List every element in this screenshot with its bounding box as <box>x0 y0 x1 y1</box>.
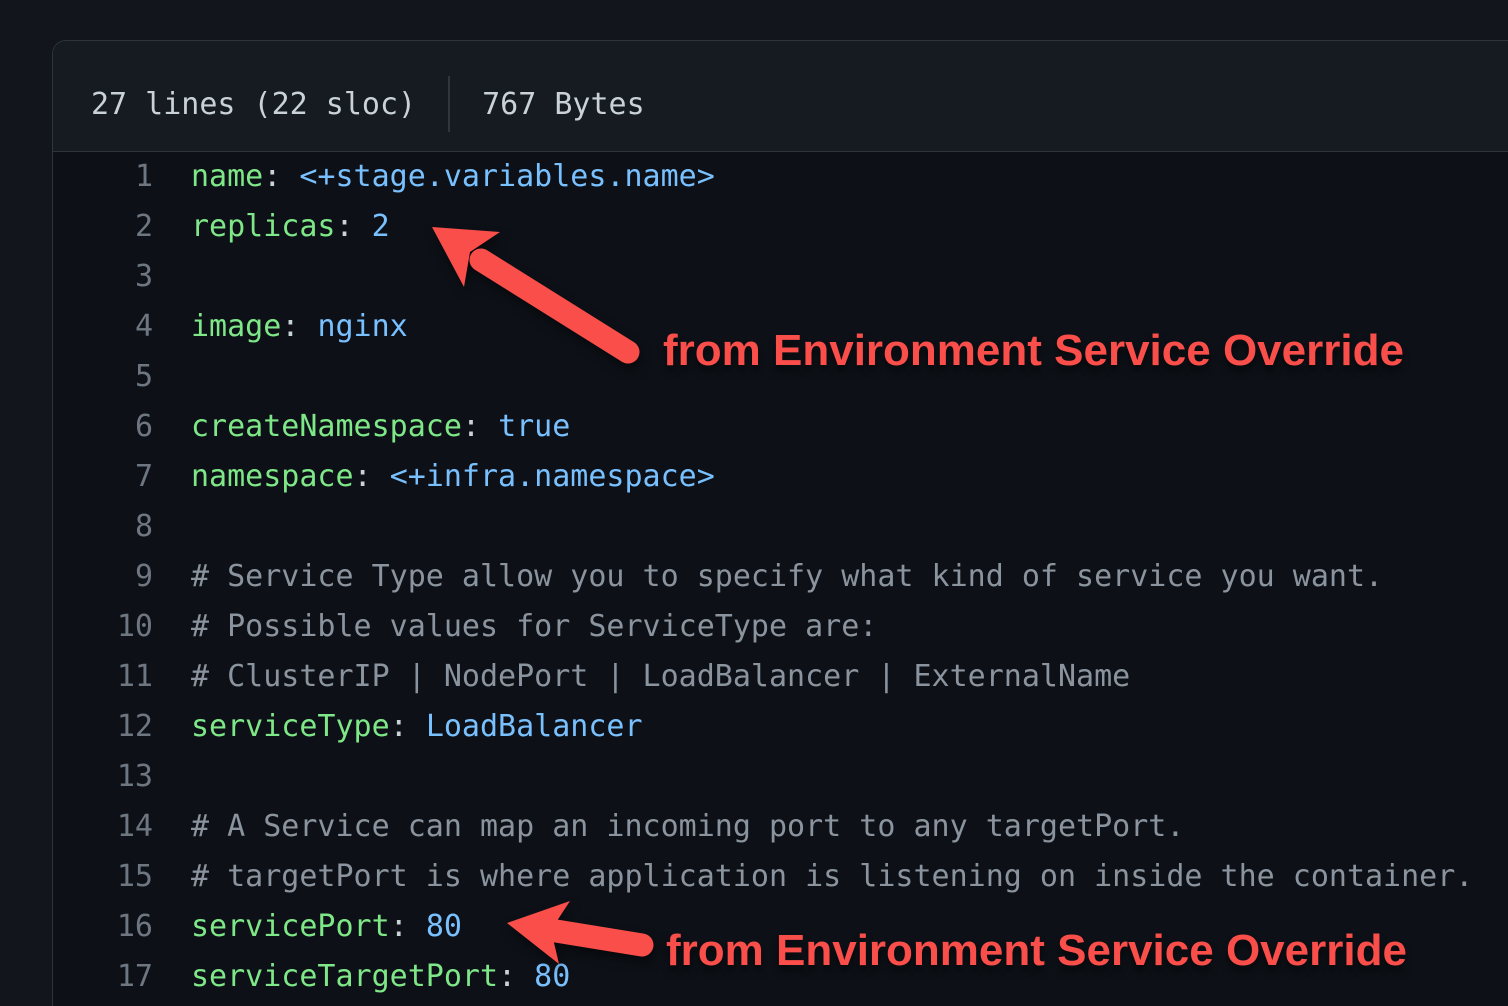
code-line: 15 # targetPort is where application is … <box>53 852 1508 902</box>
code-line: 12 serviceType: LoadBalancer <box>53 702 1508 752</box>
token-punc: : <box>462 409 498 444</box>
token-punc: : <box>390 909 426 944</box>
token-val: true <box>498 409 570 444</box>
token-punc: : <box>390 709 426 744</box>
token-val: 80 <box>534 959 570 994</box>
code-line: 17 serviceTargetPort: 80 <box>53 952 1508 1002</box>
line-number[interactable]: 6 <box>53 402 153 452</box>
token-punc: : <box>498 959 534 994</box>
code-line-content: createNamespace: true <box>191 402 570 452</box>
file-header-bar: 27 lines (22 sloc) 767 Bytes <box>53 41 1508 152</box>
code-line: 2 replicas: 2 <box>53 202 1508 252</box>
code-line-content: # Service Type allow you to specify what… <box>191 552 1383 602</box>
header-divider <box>448 76 450 132</box>
code-line-content: # ClusterIP | NodePort | LoadBalancer | … <box>191 652 1130 702</box>
code-line-content: # Possible values for ServiceType are: <box>191 602 877 652</box>
token-com: # Possible values for ServiceType are: <box>191 609 877 644</box>
token-com: # Service Type allow you to specify what… <box>191 559 1383 594</box>
token-key: serviceTargetPort <box>191 959 498 994</box>
code-line: 11 # ClusterIP | NodePort | LoadBalancer… <box>53 652 1508 702</box>
token-com: # ClusterIP | NodePort | LoadBalancer | … <box>191 659 1130 694</box>
code-line: 5 <box>53 352 1508 402</box>
line-number[interactable]: 8 <box>53 502 153 552</box>
token-punc: : <box>263 159 299 194</box>
code-line-content: # targetPort is where application is lis… <box>191 852 1473 902</box>
code-line-content: replicas: 2 <box>191 202 390 252</box>
line-number[interactable]: 9 <box>53 552 153 602</box>
code-line: 7 namespace: <+infra.namespace> <box>53 452 1508 502</box>
token-key: image <box>191 309 281 344</box>
line-number[interactable]: 1 <box>53 152 153 202</box>
line-number[interactable]: 5 <box>53 352 153 402</box>
token-punc: : <box>281 309 317 344</box>
token-val: nginx <box>317 309 407 344</box>
code-line: 4 image: nginx <box>53 302 1508 352</box>
line-number[interactable]: 10 <box>53 602 153 652</box>
code-line: 14 # A Service can map an incoming port … <box>53 802 1508 852</box>
token-key: serviceType <box>191 709 390 744</box>
token-val: <+infra.namespace> <box>390 459 715 494</box>
code-line: 1 name: <+stage.variables.name> <box>53 152 1508 202</box>
line-number[interactable]: 13 <box>53 752 153 802</box>
code-line: 13 <box>53 752 1508 802</box>
line-number[interactable]: 17 <box>53 952 153 1002</box>
line-number[interactable]: 4 <box>53 302 153 352</box>
token-key: servicePort <box>191 909 390 944</box>
token-val: 2 <box>372 209 390 244</box>
file-size: 767 Bytes <box>482 87 645 122</box>
token-key: name <box>191 159 263 194</box>
line-number[interactable]: 11 <box>53 652 153 702</box>
code-line: 16 servicePort: 80 <box>53 902 1508 952</box>
token-key: createNamespace <box>191 409 462 444</box>
token-val: LoadBalancer <box>426 709 643 744</box>
file-lines-info: 27 lines (22 sloc) <box>91 87 416 122</box>
line-number[interactable]: 3 <box>53 252 153 302</box>
code-lines: 1 name: <+stage.variables.name> 2 replic… <box>53 152 1508 1002</box>
line-number[interactable]: 16 <box>53 902 153 952</box>
code-line-content: servicePort: 80 <box>191 902 462 952</box>
token-val: 80 <box>426 909 462 944</box>
code-line: 9 # Service Type allow you to specify wh… <box>53 552 1508 602</box>
code-line: 6 createNamespace: true <box>53 402 1508 452</box>
code-line-content: namespace: <+infra.namespace> <box>191 452 715 502</box>
file-viewer-panel: 27 lines (22 sloc) 767 Bytes 1 name: <+s… <box>52 40 1508 1006</box>
token-punc: : <box>354 459 390 494</box>
code-line-content: serviceType: LoadBalancer <box>191 702 643 752</box>
token-com: # targetPort is where application is lis… <box>191 859 1473 894</box>
code-line-content: name: <+stage.variables.name> <box>191 152 715 202</box>
token-val: <+stage.variables.name> <box>299 159 714 194</box>
token-com: # A Service can map an incoming port to … <box>191 809 1184 844</box>
token-punc: : <box>336 209 372 244</box>
code-line-content: # A Service can map an incoming port to … <box>191 802 1184 852</box>
code-line: 10 # Possible values for ServiceType are… <box>53 602 1508 652</box>
line-number[interactable]: 12 <box>53 702 153 752</box>
line-number[interactable]: 15 <box>53 852 153 902</box>
token-key: namespace <box>191 459 354 494</box>
code-line: 3 <box>53 252 1508 302</box>
line-number[interactable]: 2 <box>53 202 153 252</box>
code-line-content: serviceTargetPort: 80 <box>191 952 570 1002</box>
line-number[interactable]: 7 <box>53 452 153 502</box>
token-key: replicas <box>191 209 336 244</box>
line-number[interactable]: 14 <box>53 802 153 852</box>
code-line: 8 <box>53 502 1508 552</box>
code-line-content: image: nginx <box>191 302 408 352</box>
